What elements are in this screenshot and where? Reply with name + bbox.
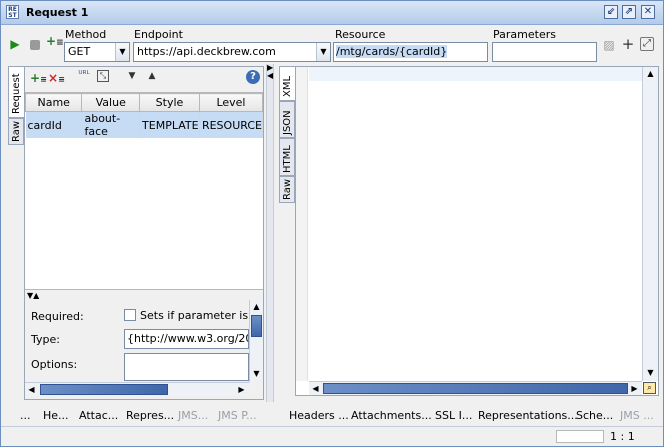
scroll-left-icon[interactable]: ◀ — [25, 383, 38, 397]
tab-json[interactable]: JSON — [279, 101, 295, 138]
scroll-up-icon[interactable]: ▲ — [643, 67, 658, 81]
cell-level[interactable]: RESOURCE — [199, 111, 264, 138]
status-divider — [1, 426, 663, 427]
response-horizontal-scrollbar[interactable]: ◀ ▶ — [309, 381, 642, 395]
type-input[interactable]: {http://www.w3.org/2001/ — [124, 329, 249, 349]
scroll-thumb[interactable] — [40, 384, 168, 395]
cell-style[interactable]: TEMPLATE — [139, 111, 200, 138]
tab-xml[interactable]: XML — [279, 66, 295, 101]
clear-parameters-icon[interactable]: ▨ — [602, 38, 616, 52]
scroll-thumb[interactable] — [323, 383, 628, 394]
method-select[interactable]: GET ▼ — [64, 42, 130, 62]
response-vertical-scrollbar[interactable]: ▲ ▼ — [642, 67, 658, 381]
submit-request-icon[interactable]: ▶ — [9, 37, 21, 51]
scroll-down-icon[interactable]: ▼ — [250, 367, 263, 381]
restore-icon[interactable]: ⇙ — [604, 5, 618, 19]
status-progress — [556, 430, 604, 443]
cursor-position: 1 : 1 — [610, 430, 635, 443]
resource-label: Resource — [335, 28, 386, 41]
tab-headers[interactable]: He... — [43, 409, 69, 422]
line-number-gutter — [296, 67, 308, 381]
expand-panels-icon[interactable]: ▶ ◀ — [267, 64, 273, 80]
resource-value: /mtg/cards/{cardId} — [336, 45, 448, 58]
tab-attachments[interactable]: Attac... — [79, 409, 118, 422]
scroll-up-icon[interactable]: ▲ — [250, 300, 263, 314]
column-header-style[interactable]: Style — [139, 93, 200, 112]
required-checkbox[interactable] — [124, 309, 136, 321]
tab-raw-request[interactable]: Raw — [8, 118, 24, 145]
scroll-right-icon[interactable]: ▶ — [628, 382, 641, 396]
options-label: Options: — [31, 358, 78, 371]
cell-value[interactable]: about-face — [81, 111, 141, 138]
window-title: Request 1 — [26, 6, 89, 19]
tab-schema[interactable]: Sche... — [576, 409, 613, 422]
tab-jms[interactable]: JMS ... — [620, 409, 654, 422]
add-icon[interactable]: + — [621, 35, 635, 53]
remove-parameter-icon[interactable]: ×≡ — [48, 71, 65, 85]
endpoint-value: https://api.deckbrew.com — [137, 45, 276, 58]
stop-request-icon[interactable] — [30, 40, 40, 50]
tab-representations[interactable]: Repres... — [126, 409, 174, 422]
type-label: Type: — [31, 333, 60, 346]
help-icon[interactable]: ? — [246, 70, 260, 84]
options-input[interactable] — [124, 353, 249, 381]
column-header-name[interactable]: Name — [24, 93, 83, 112]
add-endpoint-icon[interactable]: +≡ — [46, 34, 64, 50]
chevron-down-icon[interactable]: ▼ — [316, 43, 330, 61]
details-vertical-scrollbar[interactable]: ▲ ▼ — [249, 300, 263, 382]
resource-input[interactable]: /mtg/cards/{cardId} — [333, 42, 488, 62]
parameters-table: Name Value Style Level cardId about-face… — [24, 92, 264, 290]
required-label: Required: — [31, 310, 84, 323]
maximize-icon[interactable]: ⇗ — [622, 5, 636, 19]
scroll-left-icon[interactable]: ◀ — [309, 382, 322, 396]
endpoint-select[interactable]: https://api.deckbrew.com ▼ — [133, 42, 331, 62]
move-down-icon[interactable]: ▼ — [127, 71, 137, 83]
cell-name[interactable]: cardId — [25, 111, 83, 138]
scroll-thumb[interactable] — [251, 315, 262, 337]
tab-raw-response[interactable]: Raw — [279, 176, 295, 203]
move-parameter-icon[interactable]: ⤡ — [97, 70, 109, 82]
fullscreen-icon[interactable]: ⤢ — [640, 37, 654, 51]
response-editor[interactable] — [309, 67, 642, 381]
add-parameter-icon[interactable]: +≡ — [30, 71, 47, 85]
tab-request[interactable]: Request — [8, 66, 24, 118]
panel-splitter[interactable] — [266, 64, 274, 402]
encode-parameter-icon[interactable]: ᵁᴿᴸ — [77, 70, 91, 84]
column-header-value[interactable]: Value — [81, 93, 141, 112]
required-description: Sets if parameter is requ — [140, 309, 249, 322]
collapse-details-icon[interactable]: ▼▲ — [27, 291, 39, 300]
tab-response-attachments[interactable]: Attachments... — [351, 409, 432, 422]
current-line-highlight — [309, 67, 642, 81]
scroll-down-icon[interactable]: ▼ — [643, 366, 658, 380]
details-horizontal-scrollbar[interactable]: ◀ ▶ — [25, 382, 249, 396]
move-up-icon[interactable]: ▲ — [147, 71, 157, 83]
column-header-level[interactable]: Level — [198, 93, 264, 112]
tab-jms-headers[interactable]: JMS... — [178, 409, 208, 422]
scroll-right-icon[interactable]: ▶ — [235, 383, 248, 397]
rest-request-icon: RE ST — [6, 5, 19, 19]
table-row[interactable]: cardId about-face TEMPLATE RESOURCE — [25, 111, 264, 138]
chevron-down-icon[interactable]: ▼ — [115, 43, 129, 61]
close-icon[interactable]: ✕ — [641, 5, 655, 19]
tab-more[interactable]: ... — [20, 409, 31, 422]
search-icon[interactable]: ⌕ — [643, 382, 656, 394]
title-bar[interactable] — [1, 1, 663, 25]
method-value: GET — [68, 45, 91, 58]
tab-response-representations[interactable]: Representations... — [478, 409, 578, 422]
tab-html[interactable]: HTML — [279, 138, 295, 176]
method-label: Method — [65, 28, 107, 41]
parameters-label: Parameters — [493, 28, 556, 41]
parameters-input[interactable] — [492, 42, 597, 62]
tab-response-headers[interactable]: Headers ... — [289, 409, 349, 422]
tab-ssl-info[interactable]: SSL I... — [435, 409, 472, 422]
tab-jms-properties[interactable]: JMS P... — [218, 409, 257, 422]
endpoint-label: Endpoint — [134, 28, 183, 41]
